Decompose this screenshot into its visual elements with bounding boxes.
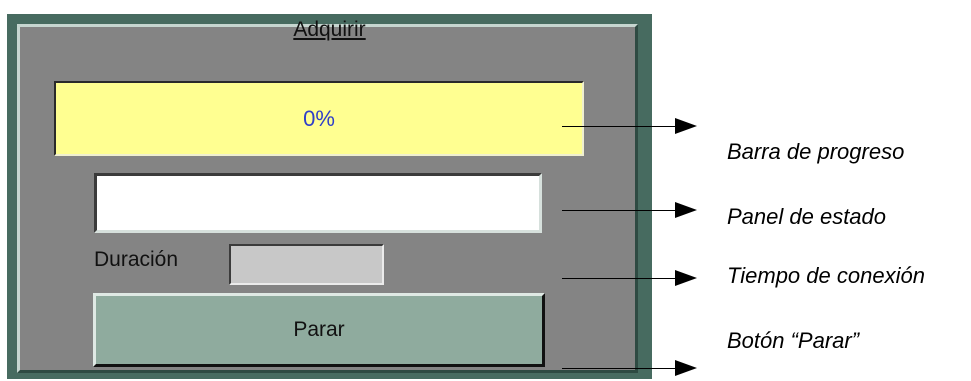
arrow-line-duration	[562, 278, 680, 279]
progress-bar: 0%	[54, 81, 584, 156]
annotation-stop-button: Botón “Parar”	[727, 328, 860, 353]
annotation-status-panel: Panel de estado	[727, 204, 887, 229]
status-panel	[94, 173, 542, 233]
arrow-line-status	[562, 210, 680, 211]
annotation-connection-time: Tiempo de conexión	[727, 263, 925, 288]
arrow-head-stop	[675, 360, 697, 376]
duration-field	[229, 244, 384, 285]
dialog-title: Adquirir	[293, 18, 366, 41]
stop-button[interactable]: Parar	[93, 293, 545, 367]
annotation-progress-bar: Barra de progreso	[727, 139, 905, 164]
duration-label: Duración	[94, 248, 179, 271]
arrow-head-duration	[675, 270, 697, 286]
progress-label: 0%	[303, 105, 335, 131]
arrow-line-stop	[562, 368, 680, 369]
arrow-head-progress	[675, 118, 697, 134]
arrow-head-status	[675, 202, 697, 218]
arrow-line-progress	[562, 126, 680, 127]
